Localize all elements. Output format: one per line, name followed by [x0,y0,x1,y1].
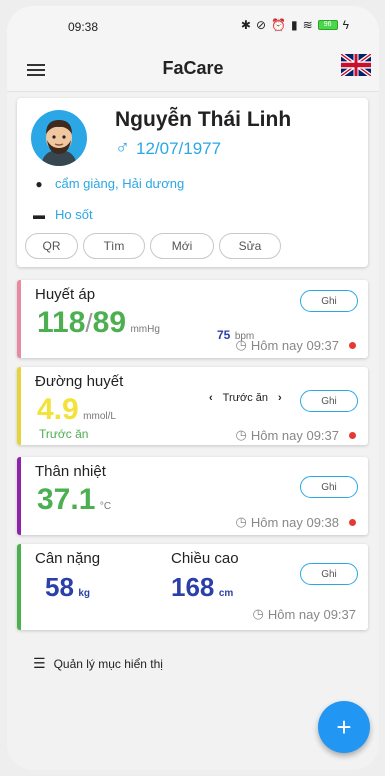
record-bp-button[interactable]: Ghi [300,290,358,312]
manage-display-items[interactable]: ☰ Quản lý mục hiển thị [33,655,163,672]
temperature-unit: °C [99,501,112,512]
manage-label: Quản lý mục hiển thị [53,656,163,671]
patient-birthdate: 12/07/1977 [136,139,222,158]
record-blood-sugar-button[interactable]: Ghi [300,390,358,412]
uk-flag-icon[interactable] [341,54,371,76]
weight-unit: kg [78,588,91,599]
meal-selector[interactable]: ‹ Trước ăn › [209,392,282,404]
blood-sugar-reading: 4.9 mmol/L [37,393,116,427]
phone-screen: 09:38 ✱ ⊘ ⏰ ▮ ≋ 96 ϟ FaCare Nguyễn Thái … [7,6,379,770]
body-time: Hôm nay 09:37 [267,606,356,622]
record-temperature-button[interactable]: Ghi [300,476,358,498]
patient-address: cẩm giàng, Hải dương [55,176,185,191]
bp-unit: mmHg [130,324,160,335]
status-bar: 09:38 ✱ ⊘ ⏰ ▮ ≋ 96 ϟ [7,6,379,44]
weight-value: 58 [45,572,74,602]
height-title: Chiều cao [171,550,239,567]
height-reading: 168 cm [171,572,233,603]
temperature-reading: 37.1 °C [37,483,111,517]
chevron-right-icon[interactable]: › [278,392,282,404]
patient-name: Nguyễn Thái Linh [115,108,292,131]
edit-button[interactable]: Sửa [219,233,281,259]
bp-time: Hôm nay 09:37 [250,337,339,353]
bp-separator: / [85,308,93,338]
temperature-value: 37.1 [37,483,96,516]
bed-icon: ▬ [33,207,45,222]
signal-icon: ▮ [290,18,298,32]
location-pin-icon: ● [35,176,43,191]
blood-sugar-title: Đường huyết [35,373,124,390]
status-dot [349,341,356,349]
status-icons: ✱ ⊘ ⏰ ▮ ≋ 96 ϟ [241,18,349,32]
app-title: FaCare [162,58,224,78]
systolic-value: 118 [37,306,86,339]
wifi-icon: ≋ [302,18,313,32]
charging-icon: ϟ [342,18,349,32]
body-timestamp: ◷ Hôm nay 09:37 [252,606,356,622]
meal-selector-label: Trước ăn [222,392,269,404]
patient-birthdate-row: ♂ 12/07/1977 [115,137,221,160]
avatar[interactable] [31,110,87,166]
weight-reading: 58 kg [45,572,90,603]
male-icon: ♂ [115,137,130,159]
app-bar: FaCare [7,44,379,92]
status-dot [349,431,356,439]
clock-icon: ◷ [252,606,264,621]
list-icon: ☰ [33,655,46,671]
blood-sugar-value: 4.9 [37,393,79,426]
clock-icon: ◷ [235,337,247,352]
clock-icon: ◷ [235,427,247,442]
chevron-left-icon[interactable]: ‹ [209,392,213,404]
address-row: ● cẩm giàng, Hải dương [32,176,184,191]
temperature-title: Thân nhiệt [35,463,106,480]
mute-icon: ⊘ [255,18,267,32]
status-dot [349,518,356,526]
bluetooth-icon: ✱ [240,18,251,32]
battery-icon: 96 [317,20,338,30]
status-time: 09:38 [68,20,99,34]
qr-button[interactable]: QR [25,233,78,259]
blood-sugar-context: Trước ăn [39,427,89,441]
new-button[interactable]: Mới [150,233,214,259]
body-measurements-card[interactable]: Cân nặng 58 kg Chiều cao 168 cm Ghi ◷ Hô… [17,544,368,630]
temperature-timestamp: ◷ Hôm nay 09:38 [235,514,356,530]
bp-timestamp: ◷ Hôm nay 09:37 [235,337,356,353]
note-row: ▬ Ho sốt [32,207,93,222]
profile-card[interactable]: Nguyễn Thái Linh ♂ 12/07/1977 ● cẩm giàng… [17,98,368,267]
search-button[interactable]: Tìm [83,233,145,259]
height-value: 168 [171,572,215,602]
patient-note: Ho sốt [55,207,93,222]
clock-icon: ◷ [235,514,247,529]
blood-sugar-time: Hôm nay 09:37 [250,427,339,443]
record-body-button[interactable]: Ghi [300,563,358,585]
alarm-icon: ⏰ [271,18,286,32]
blood-sugar-timestamp: ◷ Hôm nay 09:37 [235,427,356,443]
add-button[interactable]: + [318,701,370,753]
blood-pressure-title: Huyết áp [35,286,96,303]
height-unit: cm [218,588,234,599]
weight-title: Cân nặng [35,550,101,567]
pulse-value: 75 [217,328,231,342]
blood-pressure-reading: 118/89 mmHg [37,306,160,340]
blood-sugar-card[interactable]: Đường huyết 4.9 mmol/L Trước ăn ‹ Trước … [17,367,368,445]
diastolic-value: 89 [92,306,127,339]
temperature-card[interactable]: Thân nhiệt 37.1 °C Ghi ◷ Hôm nay 09:38 [17,457,368,535]
add-icon: + [336,711,352,742]
temperature-time: Hôm nay 09:38 [250,514,339,530]
blood-sugar-unit: mmol/L [83,411,116,422]
blood-pressure-card[interactable]: Huyết áp 118/89 mmHg 75 bpm Ghi ◷ Hôm na… [17,280,368,358]
profile-actions: QR Tìm Mới Sửa [25,233,281,259]
